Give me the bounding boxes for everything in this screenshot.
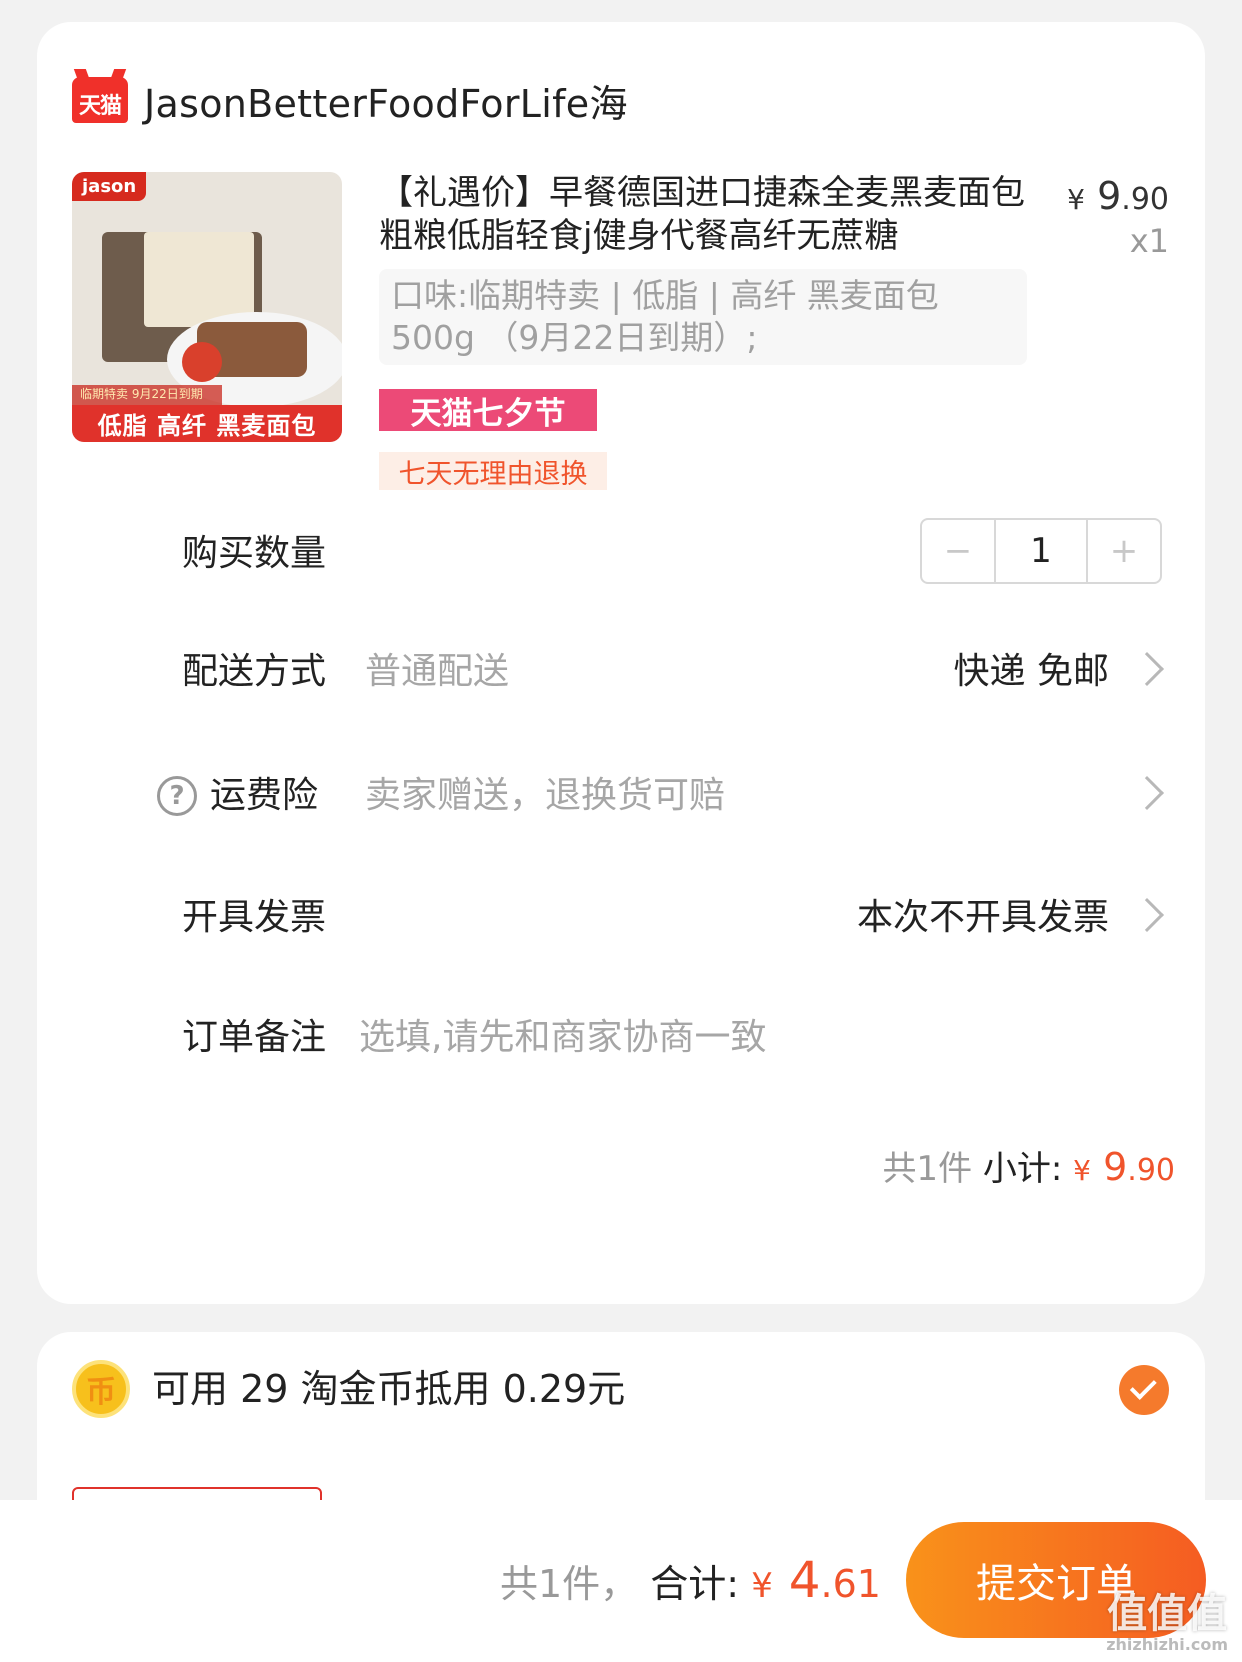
product-title[interactable]: 【礼遇价】早餐德国进口捷森全麦黑麦面包粗粮低脂轻食j健身代餐高纤无蔗糖 bbox=[379, 172, 1029, 258]
product-sku[interactable]: 口味:临期特卖 | 低脂 | 高纤 黑麦面包500g （9月22日到期）; bbox=[379, 269, 1027, 365]
subtotal-label: 小计: bbox=[982, 1149, 1063, 1189]
total-count: 共1件， bbox=[500, 1562, 639, 1606]
subtotal-count: 共1件 bbox=[882, 1149, 973, 1189]
product-brand-tag: jason bbox=[72, 172, 147, 201]
product-expire-note: 临期特卖 9月22日到期 bbox=[72, 385, 222, 405]
decrement-button[interactable]: − bbox=[922, 520, 994, 582]
coin-icon: 币 bbox=[72, 1360, 130, 1418]
delivery-value: 快递 免邮 bbox=[953, 651, 1109, 692]
order-note-row: 订单备注 选填,请先和商家协商一致 bbox=[37, 1008, 1205, 1068]
total-price: ¥ 4.61 bbox=[751, 1551, 881, 1609]
order-note-input[interactable]: 选填,请先和商家协商一致 bbox=[359, 1008, 766, 1068]
freight-insurance-desc: 卖家赠送，退换货可赔 bbox=[365, 775, 726, 816]
product-quantity: x1 bbox=[1129, 222, 1169, 260]
help-icon[interactable]: ? bbox=[157, 776, 197, 816]
invoice-row[interactable]: 开具发票 本次不开具发票 bbox=[37, 888, 1205, 948]
chevron-right-icon bbox=[1130, 898, 1164, 932]
delivery-label: 配送方式 bbox=[182, 651, 327, 692]
checkout-bar: 共1件， 合计: ¥ 4.61 提交订单 值值值 zhizhizhi.com bbox=[0, 1500, 1242, 1662]
freight-insurance-label: 运费险 bbox=[210, 775, 319, 816]
delivery-row[interactable]: 配送方式 普通配送 快递 免邮 bbox=[37, 642, 1205, 702]
subtotal-price: ¥ 9.90 bbox=[1073, 1145, 1175, 1189]
festival-tag: 天猫七夕节 bbox=[379, 389, 597, 432]
store-name[interactable]: JasonBetterFoodForLife海 bbox=[144, 73, 628, 128]
tomato-graphic bbox=[182, 342, 222, 382]
product-price: ¥ 9.90 bbox=[1067, 174, 1169, 218]
product-image[interactable]: jason 临期特卖 9月22日到期 低脂 高纤 黑麦面包 bbox=[72, 172, 342, 442]
tmall-logo-icon: 天猫 bbox=[72, 77, 128, 123]
invoice-value: 本次不开具发票 bbox=[856, 897, 1109, 938]
order-note-label: 订单备注 bbox=[182, 1017, 327, 1058]
total-label: 合计: bbox=[650, 1562, 740, 1606]
watermark: 值值值 zhizhizhi.com bbox=[1106, 1591, 1228, 1654]
order-total: 共1件， 合计: ¥ 4.61 bbox=[500, 1550, 881, 1616]
subtotal: 共1件 小计: ¥ 9.90 bbox=[882, 1142, 1175, 1196]
product-image-banner: 低脂 高纤 黑麦面包 bbox=[72, 405, 342, 442]
delivery-method: 普通配送 bbox=[365, 651, 510, 692]
freight-insurance-row[interactable]: ? 运费险 卖家赠送，退换货可赔 bbox=[37, 766, 1205, 826]
store-order-card: 天猫 JasonBetterFoodForLife海 jason 临期特卖 9月… bbox=[37, 22, 1205, 1304]
increment-button[interactable]: + bbox=[1088, 520, 1160, 582]
invoice-label: 开具发票 bbox=[182, 897, 327, 938]
checkmark-icon[interactable] bbox=[1119, 1365, 1169, 1415]
quantity-input[interactable]: 1 bbox=[994, 520, 1088, 582]
quantity-label: 购买数量 bbox=[182, 533, 327, 574]
store-header[interactable]: 天猫 JasonBetterFoodForLife海 bbox=[72, 67, 628, 133]
chevron-right-icon bbox=[1130, 652, 1164, 686]
coin-offer-text: 可用 29 淘金币抵用 0.29元 bbox=[152, 1367, 626, 1411]
quantity-stepper: − 1 + bbox=[920, 518, 1162, 584]
chevron-right-icon bbox=[1130, 776, 1164, 810]
return-policy-tag: 七天无理由退换 bbox=[379, 452, 607, 490]
quantity-row: 购买数量 − 1 + bbox=[37, 518, 1205, 584]
